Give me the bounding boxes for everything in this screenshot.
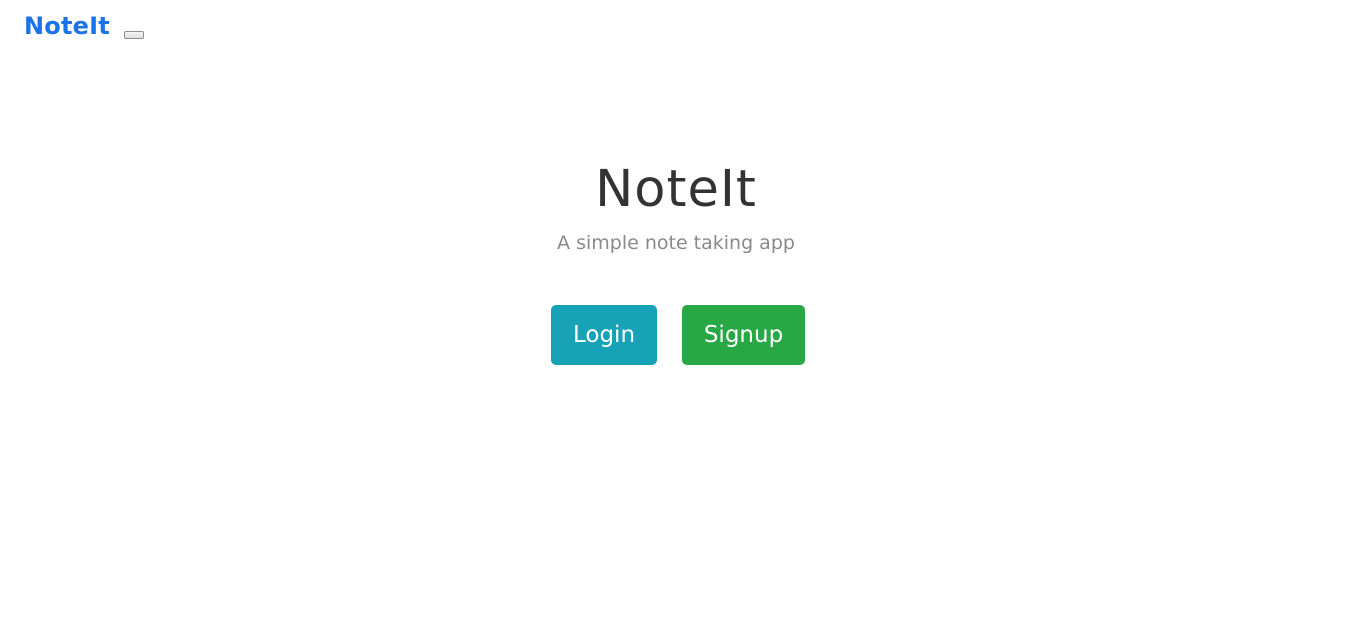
brand-link[interactable]: NoteIt bbox=[24, 10, 110, 42]
hero-section: NoteIt A simple note taking app bbox=[0, 158, 1352, 256]
top-navbar: NoteIt bbox=[0, 0, 1352, 56]
navbar-toggle-button[interactable] bbox=[124, 31, 144, 39]
auth-actions: Login Signup bbox=[551, 305, 805, 365]
page-subtitle: A simple note taking app bbox=[557, 232, 795, 254]
login-button[interactable]: Login bbox=[551, 305, 657, 365]
signup-button[interactable]: Signup bbox=[682, 305, 805, 365]
page-title: NoteIt bbox=[595, 160, 757, 219]
